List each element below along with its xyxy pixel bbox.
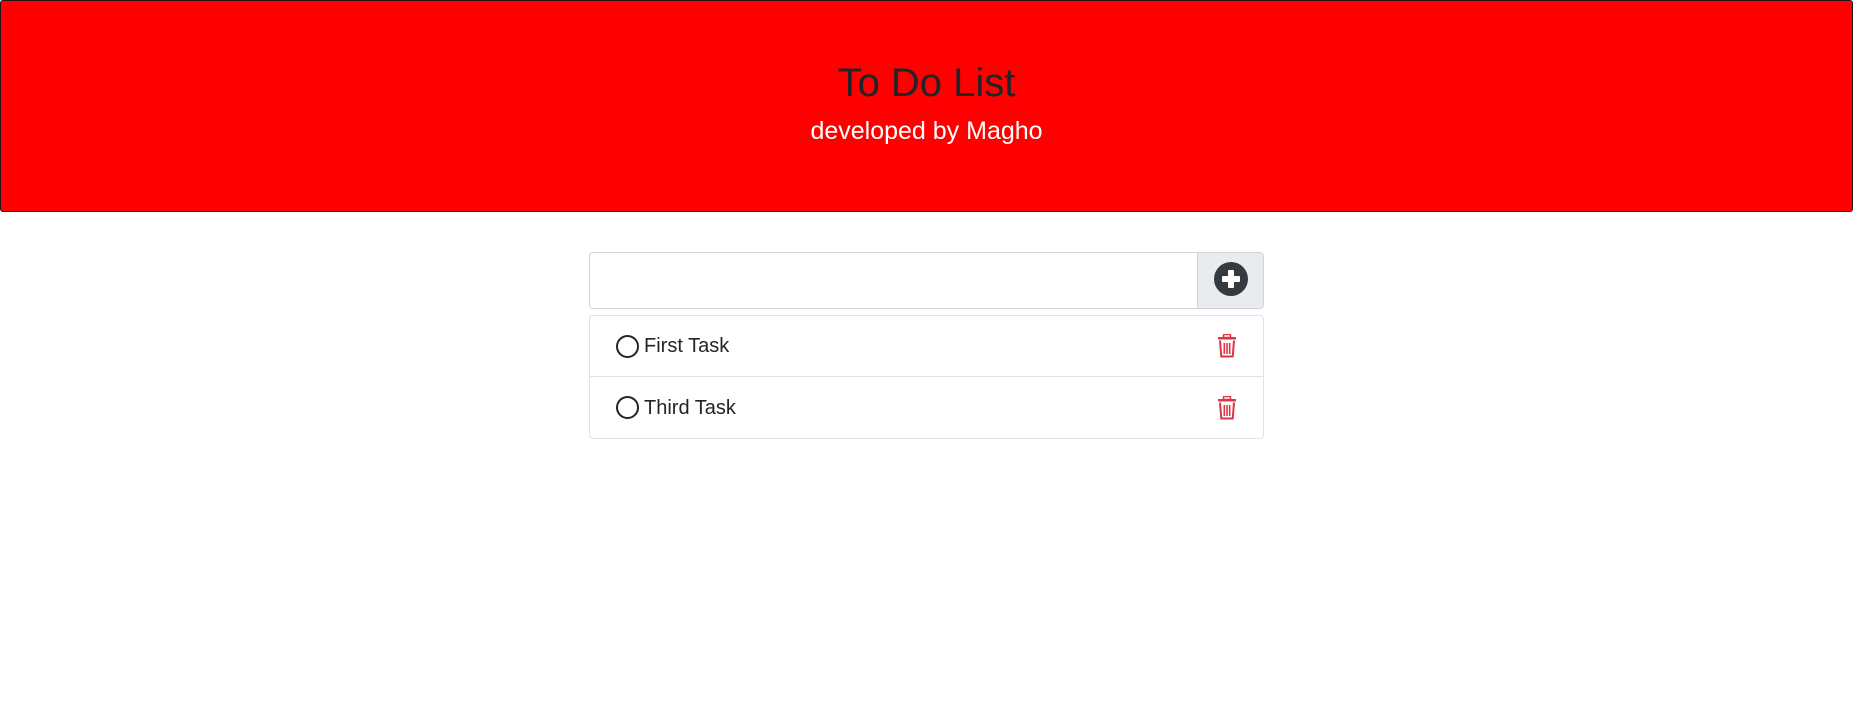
page-title: To Do List — [837, 61, 1016, 105]
new-task-input[interactable] — [590, 253, 1197, 308]
task-item: Third Task — [590, 377, 1263, 438]
add-task-button[interactable] — [1197, 253, 1263, 308]
page-subtitle: developed by Magho — [810, 117, 1043, 145]
trash-icon[interactable] — [1214, 332, 1240, 360]
task-list: First Task Third Task — [589, 315, 1264, 439]
circle-icon[interactable] — [616, 396, 639, 419]
header-banner: To Do List developed by Magho — [0, 0, 1853, 212]
task-label: Third Task — [644, 396, 736, 419]
task-label: First Task — [644, 335, 730, 357]
new-task-form — [589, 252, 1264, 309]
task-item: First Task — [590, 316, 1263, 377]
circle-icon[interactable] — [616, 334, 639, 358]
trash-icon[interactable] — [1214, 394, 1240, 422]
plus-circle-icon — [1213, 262, 1248, 299]
